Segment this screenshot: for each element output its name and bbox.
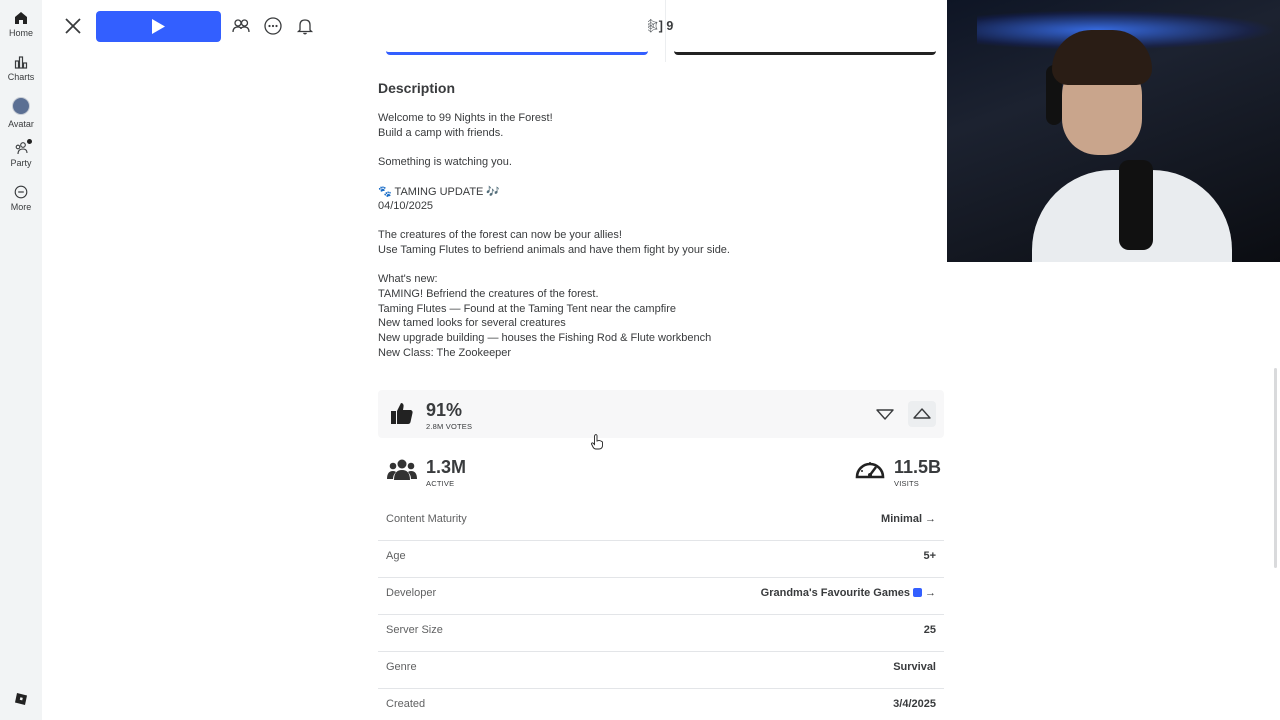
charts-icon [14, 56, 28, 69]
nav-more-label: More [10, 202, 32, 212]
scrollbar[interactable] [1274, 368, 1277, 568]
party-icon [15, 142, 28, 155]
description-line: Welcome to 99 Nights in the Forest! [378, 112, 553, 124]
info-key: Created [386, 698, 426, 710]
info-key: Genre [386, 661, 417, 673]
description-line: New tamed looks for several creatures [378, 317, 566, 329]
vote-up-button[interactable] [908, 401, 936, 427]
nav-more[interactable]: More [0, 185, 42, 212]
ellipsis-icon[interactable] [263, 16, 283, 36]
active-players-icon [387, 459, 417, 480]
description-line: TAMING! Befriend the creatures of the fo… [378, 288, 599, 300]
hand-cursor-icon [591, 434, 603, 450]
info-value: Grandma's Favourite Games [760, 587, 910, 599]
chevron-down-icon [876, 409, 894, 420]
play-button[interactable] [96, 11, 221, 42]
info-row-age: Age 5+ [378, 541, 944, 578]
home-icon [15, 12, 27, 24]
play-icon [152, 19, 165, 34]
info-value: Survival [893, 661, 936, 673]
description-line: What's new: [378, 273, 438, 285]
more-icon [14, 185, 28, 199]
bell-icon[interactable] [295, 16, 315, 36]
visits-gauge-icon [855, 462, 885, 479]
partial-primary-button[interactable] [386, 0, 648, 55]
close-icon[interactable] [62, 15, 84, 37]
visits-value: 11.5B [894, 457, 942, 477]
arrow-right-icon: → [925, 513, 936, 525]
info-value: 3/4/2025 [893, 698, 936, 710]
webcam-microphone [1119, 160, 1153, 250]
info-row-server-size: Server Size 25 [378, 615, 944, 652]
description-line: Build a camp with friends. [378, 127, 504, 139]
roblox-logo-icon[interactable] [14, 692, 28, 706]
left-nav-rail: Home Charts Avatar Party More [0, 0, 42, 720]
info-row-created: Created 3/4/2025 [378, 689, 944, 720]
description-line: Use Taming Flutes to befriend animals an… [378, 244, 730, 256]
nav-party[interactable]: Party [0, 139, 42, 168]
info-row-genre: Genre Survival [378, 652, 944, 689]
avatar-thumbnail [12, 97, 30, 115]
info-key: Developer [386, 587, 437, 599]
description-line: The creatures of the forest can now be y… [378, 229, 622, 241]
visits-label: VISITS [894, 479, 919, 488]
nav-avatar-label: Avatar [8, 119, 34, 129]
nav-avatar[interactable]: Avatar [0, 97, 42, 129]
arrow-right-icon: → [925, 587, 936, 599]
info-value-link[interactable]: Minimal → [881, 513, 936, 525]
vote-down-button[interactable] [871, 401, 899, 427]
nav-charts[interactable]: Charts [0, 55, 42, 82]
description-line: 04/10/2025 [378, 200, 434, 212]
info-key: Server Size [386, 624, 443, 636]
active-label: ACTIVE [426, 479, 455, 488]
active-value: 1.3M [426, 457, 467, 477]
info-key: Age [386, 550, 406, 562]
description-line: 🐾 TAMING UPDATE 🎶 [378, 186, 501, 198]
chevron-up-icon [913, 408, 931, 419]
webcam-overlay [947, 0, 1280, 262]
description-line: Taming Flutes — Found at the Taming Tent… [378, 303, 676, 315]
rating-votes: 2.8M VOTES [426, 422, 473, 431]
partial-secondary-button[interactable] [674, 0, 936, 55]
info-row-content-maturity[interactable]: Content Maturity Minimal → [378, 504, 944, 541]
nav-home-label: Home [8, 28, 33, 38]
nav-charts-label: Charts [7, 72, 35, 82]
info-value: 5+ [923, 550, 936, 562]
info-value-link[interactable]: Grandma's Favourite Games → [761, 587, 936, 599]
nav-home[interactable]: Home [0, 11, 42, 38]
party-notification-dot [27, 139, 32, 144]
thumbs-up-icon [391, 403, 413, 424]
description-line: New Class: The Zookeeper [378, 347, 512, 359]
friends-icon[interactable] [231, 16, 251, 36]
webcam-person-hair [1052, 30, 1152, 85]
nav-party-label: Party [10, 158, 32, 168]
description-line: Something is watching you. [378, 156, 512, 168]
info-value: 25 [923, 624, 936, 636]
info-key: Content Maturity [386, 513, 467, 525]
info-row-developer[interactable]: Developer Grandma's Favourite Games → [378, 578, 944, 615]
rating-percent: 91% [426, 400, 463, 420]
description-line: New upgrade building — houses the Fishin… [378, 332, 712, 344]
description-heading: Description [378, 80, 456, 96]
info-value: Minimal [881, 513, 922, 525]
verified-badge-icon [913, 588, 922, 597]
